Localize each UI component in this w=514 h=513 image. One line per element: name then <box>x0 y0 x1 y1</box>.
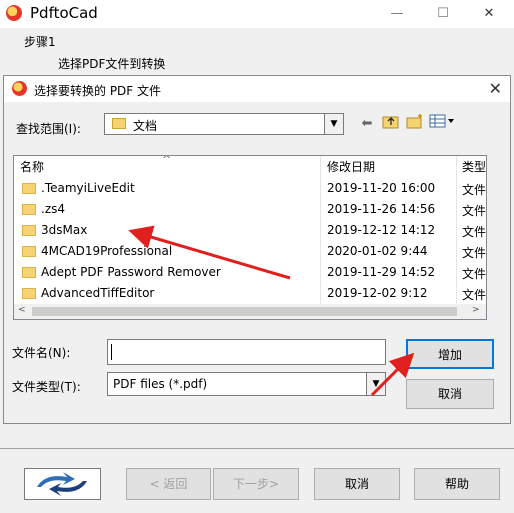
annotation-arrow <box>370 352 415 397</box>
annotation-arrows <box>128 225 415 397</box>
annotation-arrow <box>128 225 291 280</box>
